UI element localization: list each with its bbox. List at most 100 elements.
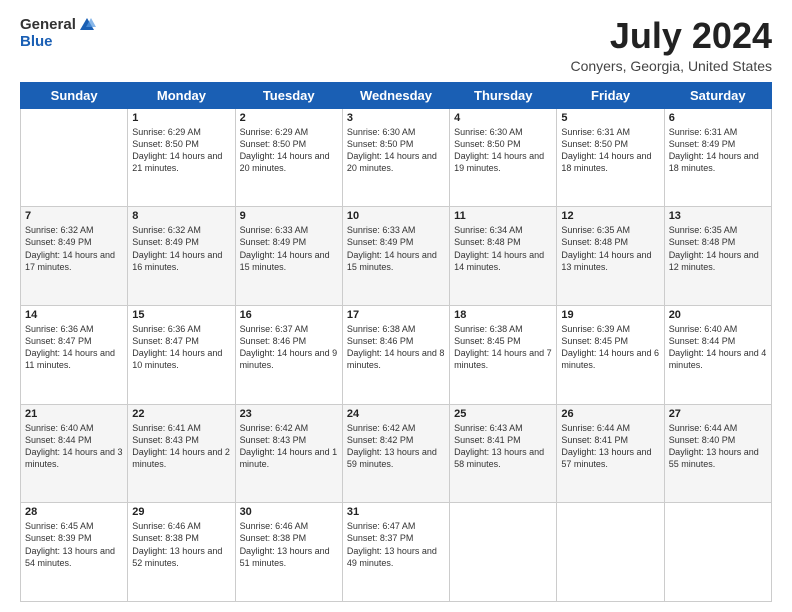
- cell-info: Sunrise: 6:31 AM Sunset: 8:50 PM Dayligh…: [561, 126, 659, 175]
- day-number: 29: [132, 506, 230, 518]
- calendar-cell: 28 Sunrise: 6:45 AM Sunset: 8:39 PM Dayli…: [21, 503, 128, 602]
- calendar-cell: 18 Sunrise: 6:38 AM Sunset: 8:45 PM Dayli…: [450, 305, 557, 404]
- weekday-header-wednesday: Wednesday: [342, 82, 449, 108]
- day-number: 10: [347, 210, 445, 222]
- calendar-cell: 13 Sunrise: 6:35 AM Sunset: 8:48 PM Dayli…: [664, 207, 771, 306]
- week-row-1: 1 Sunrise: 6:29 AM Sunset: 8:50 PM Daylig…: [21, 108, 772, 207]
- day-number: 5: [561, 112, 659, 124]
- day-number: 3: [347, 112, 445, 124]
- cell-info: Sunrise: 6:33 AM Sunset: 8:49 PM Dayligh…: [240, 224, 338, 273]
- calendar-cell: 7 Sunrise: 6:32 AM Sunset: 8:49 PM Daylig…: [21, 207, 128, 306]
- page: General Blue July 2024 Conyers, Georgia,…: [0, 0, 792, 612]
- calendar-table: SundayMondayTuesdayWednesdayThursdayFrid…: [20, 82, 772, 602]
- calendar-cell: 1Sunrise: 6:29 AM Sunset: 8:50 PM Daylig…: [128, 108, 235, 207]
- day-number: 25: [454, 408, 552, 420]
- cell-info: Sunrise: 6:41 AM Sunset: 8:43 PM Dayligh…: [132, 422, 230, 471]
- day-number: 4: [454, 112, 552, 124]
- week-row-4: 21 Sunrise: 6:40 AM Sunset: 8:44 PM Dayli…: [21, 404, 772, 503]
- day-number: 30: [240, 506, 338, 518]
- calendar-cell: [664, 503, 771, 602]
- day-number: 2: [240, 112, 338, 124]
- cell-info: Sunrise: 6:45 AM Sunset: 8:39 PM Dayligh…: [25, 520, 123, 569]
- day-number: 17: [347, 309, 445, 321]
- day-number: 11: [454, 210, 552, 222]
- week-row-3: 14 Sunrise: 6:36 AM Sunset: 8:47 PM Dayli…: [21, 305, 772, 404]
- cell-info: Sunrise: 6:31 AM Sunset: 8:49 PM Dayligh…: [669, 126, 767, 175]
- calendar-cell: 17 Sunrise: 6:38 AM Sunset: 8:46 PM Dayli…: [342, 305, 449, 404]
- day-number: 7: [25, 210, 123, 222]
- calendar-cell: 25 Sunrise: 6:43 AM Sunset: 8:41 PM Dayli…: [450, 404, 557, 503]
- calendar-cell: 26Sunrise: 6:44 AM Sunset: 8:41 PM Dayli…: [557, 404, 664, 503]
- day-number: 19: [561, 309, 659, 321]
- day-number: 18: [454, 309, 552, 321]
- weekday-header-thursday: Thursday: [450, 82, 557, 108]
- cell-info: Sunrise: 6:38 AM Sunset: 8:45 PM Dayligh…: [454, 323, 552, 372]
- calendar-cell: 20Sunrise: 6:40 AM Sunset: 8:44 PM Dayli…: [664, 305, 771, 404]
- day-number: 12: [561, 210, 659, 222]
- cell-info: Sunrise: 6:46 AM Sunset: 8:38 PM Dayligh…: [132, 520, 230, 569]
- cell-info: Sunrise: 6:33 AM Sunset: 8:49 PM Dayligh…: [347, 224, 445, 273]
- calendar-cell: 5 Sunrise: 6:31 AM Sunset: 8:50 PM Daylig…: [557, 108, 664, 207]
- calendar-cell: 6Sunrise: 6:31 AM Sunset: 8:49 PM Daylig…: [664, 108, 771, 207]
- calendar-cell: 19 Sunrise: 6:39 AM Sunset: 8:45 PM Dayli…: [557, 305, 664, 404]
- day-number: 8: [132, 210, 230, 222]
- calendar-cell: 14 Sunrise: 6:36 AM Sunset: 8:47 PM Dayli…: [21, 305, 128, 404]
- calendar-cell: [450, 503, 557, 602]
- cell-info: Sunrise: 6:32 AM Sunset: 8:49 PM Dayligh…: [25, 224, 123, 273]
- day-number: 13: [669, 210, 767, 222]
- weekday-header-sunday: Sunday: [21, 82, 128, 108]
- cell-info: Sunrise: 6:42 AM Sunset: 8:43 PM Dayligh…: [240, 422, 338, 471]
- calendar-cell: 31Sunrise: 6:47 AM Sunset: 8:37 PM Dayli…: [342, 503, 449, 602]
- calendar-cell: [557, 503, 664, 602]
- weekday-header-row: SundayMondayTuesdayWednesdayThursdayFrid…: [21, 82, 772, 108]
- cell-info: Sunrise: 6:46 AM Sunset: 8:38 PM Dayligh…: [240, 520, 338, 569]
- weekday-header-tuesday: Tuesday: [235, 82, 342, 108]
- cell-info: Sunrise: 6:38 AM Sunset: 8:46 PM Dayligh…: [347, 323, 445, 372]
- calendar-cell: 9Sunrise: 6:33 AM Sunset: 8:49 PM Daylig…: [235, 207, 342, 306]
- cell-info: Sunrise: 6:43 AM Sunset: 8:41 PM Dayligh…: [454, 422, 552, 471]
- cell-info: Sunrise: 6:39 AM Sunset: 8:45 PM Dayligh…: [561, 323, 659, 372]
- calendar-cell: 11 Sunrise: 6:34 AM Sunset: 8:48 PM Dayli…: [450, 207, 557, 306]
- day-number: 28: [25, 506, 123, 518]
- title-block: July 2024 Conyers, Georgia, United State…: [570, 16, 772, 74]
- week-row-2: 7 Sunrise: 6:32 AM Sunset: 8:49 PM Daylig…: [21, 207, 772, 306]
- weekday-header-friday: Friday: [557, 82, 664, 108]
- calendar-cell: 4 Sunrise: 6:30 AM Sunset: 8:50 PM Daylig…: [450, 108, 557, 207]
- calendar-cell: 16 Sunrise: 6:37 AM Sunset: 8:46 PM Dayli…: [235, 305, 342, 404]
- cell-info: Sunrise: 6:30 AM Sunset: 8:50 PM Dayligh…: [454, 126, 552, 175]
- location: Conyers, Georgia, United States: [570, 58, 772, 74]
- day-number: 21: [25, 408, 123, 420]
- calendar-cell: 15Sunrise: 6:36 AM Sunset: 8:47 PM Dayli…: [128, 305, 235, 404]
- calendar-cell: 24 Sunrise: 6:42 AM Sunset: 8:42 PM Dayli…: [342, 404, 449, 503]
- logo-icon: [78, 16, 96, 34]
- cell-info: Sunrise: 6:40 AM Sunset: 8:44 PM Dayligh…: [25, 422, 123, 471]
- cell-info: Sunrise: 6:36 AM Sunset: 8:47 PM Dayligh…: [25, 323, 123, 372]
- cell-info: Sunrise: 6:37 AM Sunset: 8:46 PM Dayligh…: [240, 323, 338, 372]
- cell-info: Sunrise: 6:47 AM Sunset: 8:37 PM Dayligh…: [347, 520, 445, 569]
- day-number: 1: [132, 112, 230, 124]
- weekday-header-monday: Monday: [128, 82, 235, 108]
- calendar-cell: 30 Sunrise: 6:46 AM Sunset: 8:38 PM Dayli…: [235, 503, 342, 602]
- cell-info: Sunrise: 6:35 AM Sunset: 8:48 PM Dayligh…: [669, 224, 767, 273]
- logo-general-text: General: [20, 17, 76, 34]
- header: General Blue July 2024 Conyers, Georgia,…: [20, 16, 772, 74]
- calendar-cell: 2 Sunrise: 6:29 AM Sunset: 8:50 PM Daylig…: [235, 108, 342, 207]
- calendar-cell: 21 Sunrise: 6:40 AM Sunset: 8:44 PM Dayli…: [21, 404, 128, 503]
- week-row-5: 28 Sunrise: 6:45 AM Sunset: 8:39 PM Dayli…: [21, 503, 772, 602]
- day-number: 24: [347, 408, 445, 420]
- calendar-cell: 29 Sunrise: 6:46 AM Sunset: 8:38 PM Dayli…: [128, 503, 235, 602]
- cell-info: Sunrise: 6:34 AM Sunset: 8:48 PM Dayligh…: [454, 224, 552, 273]
- logo: General Blue: [20, 16, 96, 51]
- cell-info: Sunrise: 6:32 AM Sunset: 8:49 PM Dayligh…: [132, 224, 230, 273]
- cell-info: Sunrise: 6:42 AM Sunset: 8:42 PM Dayligh…: [347, 422, 445, 471]
- calendar-cell: 10 Sunrise: 6:33 AM Sunset: 8:49 PM Dayli…: [342, 207, 449, 306]
- day-number: 26: [561, 408, 659, 420]
- cell-info: Sunrise: 6:36 AM Sunset: 8:47 PM Dayligh…: [132, 323, 230, 372]
- day-number: 14: [25, 309, 123, 321]
- day-number: 16: [240, 309, 338, 321]
- cell-info: Sunrise: 6:44 AM Sunset: 8:40 PM Dayligh…: [669, 422, 767, 471]
- cell-info: Sunrise: 6:40 AM Sunset: 8:44 PM Dayligh…: [669, 323, 767, 372]
- calendar-cell: 8 Sunrise: 6:32 AM Sunset: 8:49 PM Daylig…: [128, 207, 235, 306]
- logo-blue-text: Blue: [20, 34, 96, 51]
- cell-info: Sunrise: 6:29 AM Sunset: 8:50 PM Dayligh…: [240, 126, 338, 175]
